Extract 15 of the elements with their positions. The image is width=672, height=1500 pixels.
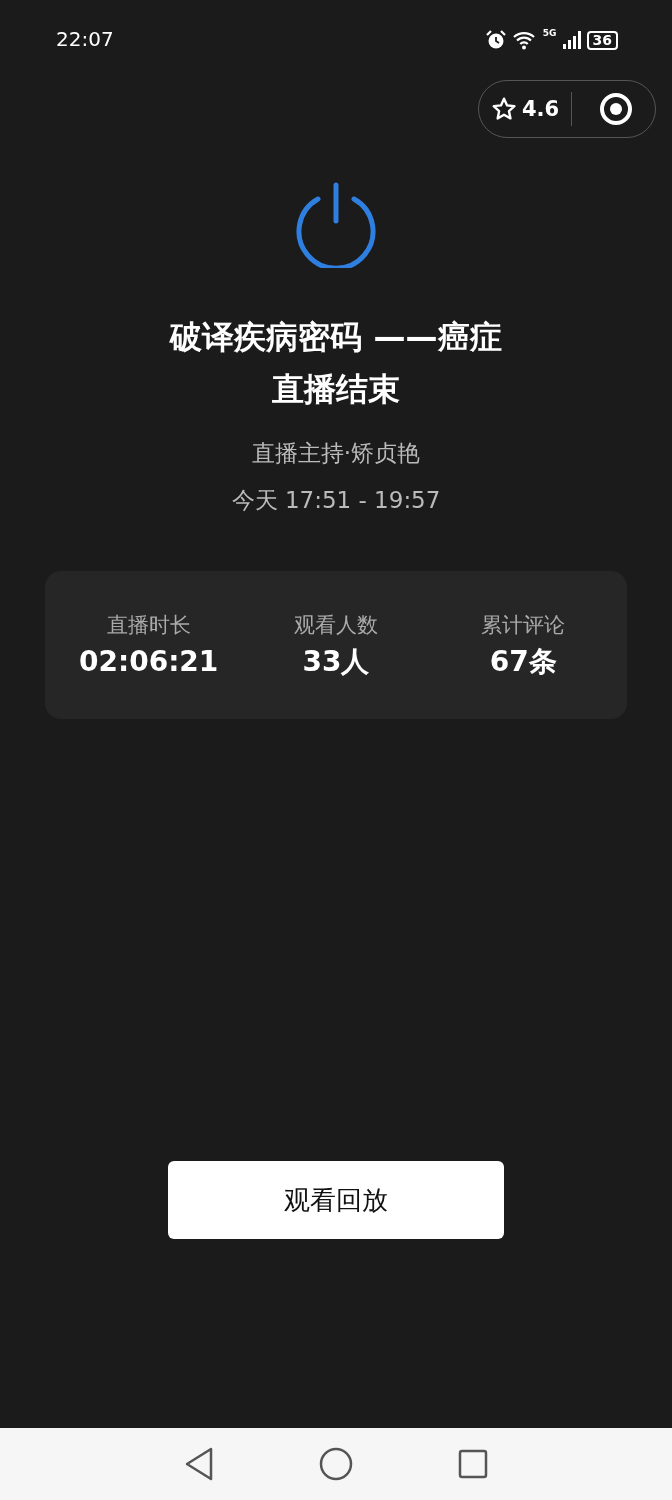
stat-label: 观看人数 — [294, 612, 378, 639]
time-range: 今天 17:51 - 19:57 — [231, 486, 441, 515]
replay-button[interactable]: 观看回放 — [168, 1161, 504, 1239]
clock-time: 22:07 — [56, 27, 114, 51]
host-name: 直播主持·矫贞艳 — [251, 439, 421, 468]
live-title: 破译疾病密码 ——癌症 — [170, 317, 502, 358]
stat-value: 02:06:21 — [79, 644, 219, 680]
stat-value: 33人 — [302, 644, 370, 680]
live-title: 直播结束 — [272, 369, 400, 410]
rating-button[interactable]: 4.6 — [491, 96, 560, 122]
stat-label: 累计评论 — [481, 612, 566, 639]
network-label: 5G — [542, 28, 557, 38]
stat-label: 直播时长 — [106, 612, 191, 639]
stat-value: 67条 — [489, 644, 557, 680]
battery-level: 36 — [586, 30, 618, 50]
